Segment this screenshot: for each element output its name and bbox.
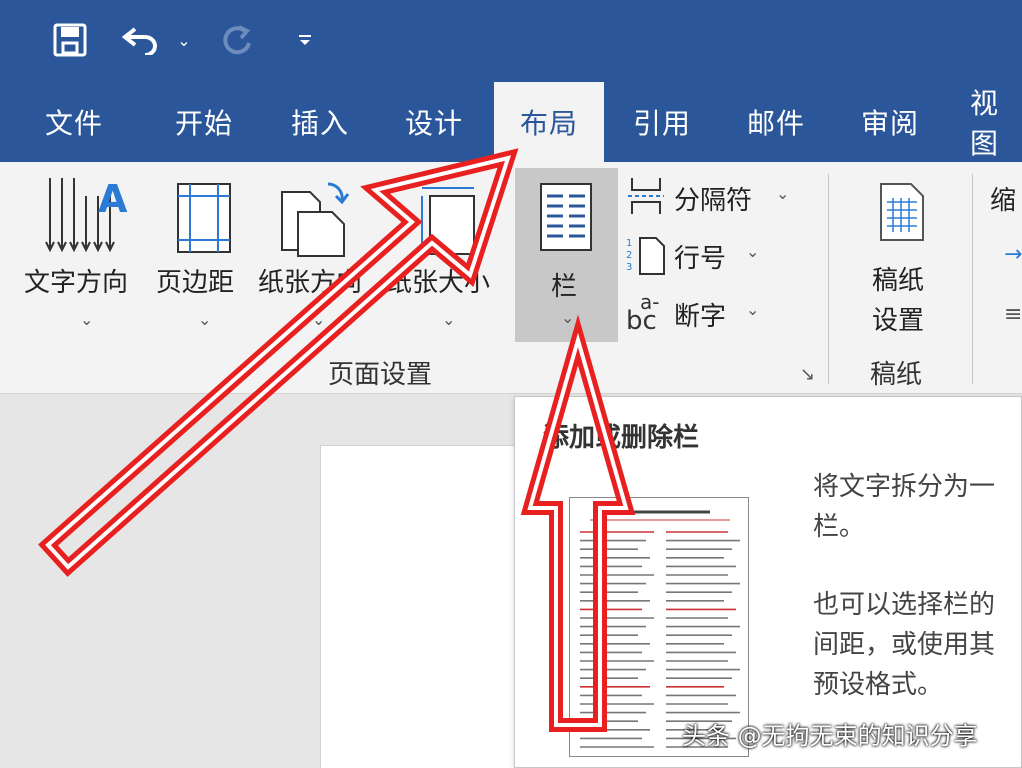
text-direction-label: 文字方向 bbox=[24, 268, 129, 298]
svg-text:2: 2 bbox=[626, 250, 632, 261]
orientation-label: 纸张方向 bbox=[258, 268, 363, 298]
page-setup-group-label: 页面设置 bbox=[328, 360, 433, 390]
indent-right-icon[interactable]: ≡ bbox=[1004, 302, 1022, 327]
chevron-down-icon: ⌄ bbox=[746, 300, 760, 319]
orientation-button[interactable]: 纸张方向 ⌄ bbox=[258, 172, 374, 342]
manuscript-group-label: 稿纸 bbox=[870, 360, 923, 390]
columns-icon bbox=[540, 183, 592, 251]
tab-insert[interactable]: 插入 bbox=[268, 82, 372, 162]
manuscript-icon bbox=[880, 183, 924, 241]
group-separator bbox=[972, 174, 973, 384]
hyphenation-icon-bc: bc bbox=[626, 306, 657, 336]
line-numbers-label: 行号 bbox=[674, 244, 727, 274]
columns-button[interactable]: 栏 ⌄ bbox=[515, 168, 618, 342]
group-separator bbox=[828, 174, 829, 384]
margins-label: 页边距 bbox=[156, 268, 235, 298]
hyphenation-button[interactable]: a- bc 断字 ⌄ bbox=[626, 290, 766, 340]
text-direction-button[interactable]: A 文字方向 ⌄ bbox=[22, 172, 152, 342]
svg-text:A: A bbox=[98, 177, 128, 221]
save-icon[interactable] bbox=[48, 18, 92, 62]
tab-review[interactable]: 审阅 bbox=[838, 82, 942, 162]
manuscript-settings-label-1: 稿纸 bbox=[872, 266, 925, 296]
svg-text:1: 1 bbox=[626, 238, 632, 249]
chevron-down-icon: ⌄ bbox=[198, 310, 212, 329]
dialog-launcher-icon[interactable]: ↘ bbox=[800, 364, 815, 385]
tooltip-line-5: 预设格式。 bbox=[813, 670, 944, 700]
indent-label: 缩 bbox=[990, 186, 1017, 216]
undo-dropdown-icon[interactable]: ⌄ bbox=[172, 18, 196, 62]
tab-mailings[interactable]: 邮件 bbox=[724, 82, 828, 162]
customize-quick-access-icon[interactable] bbox=[292, 18, 318, 62]
text-direction-icon: A bbox=[45, 177, 128, 253]
line-numbers-icon: 1 2 3 bbox=[626, 237, 665, 275]
tooltip-line-3: 也可以选择栏的 bbox=[813, 590, 996, 620]
hyphenation-label: 断字 bbox=[674, 302, 727, 332]
columns-tooltip: 添加或删除栏 将文字拆分为一 栏。 也可以选择栏的 间距，或使用其 预设格式。 bbox=[514, 396, 1022, 768]
manuscript-settings-button[interactable]: 稿纸 设置 bbox=[846, 182, 958, 342]
tab-file[interactable]: 文件 bbox=[22, 82, 126, 162]
line-numbers-button[interactable]: 1 2 3 行号 ⌄ bbox=[626, 234, 766, 278]
chevron-down-icon: ⌄ bbox=[776, 184, 790, 203]
ribbon-layout: A 文字方向 ⌄ 页边距 ⌄ 纸张方向 ⌄ 纸张大小 ⌄ 栏 ⌄ 分隔符 ⌄ 1… bbox=[0, 162, 1022, 394]
breaks-icon bbox=[628, 178, 664, 214]
tab-view[interactable]: 视图 bbox=[952, 82, 1022, 162]
chevron-down-icon: ⌄ bbox=[80, 310, 94, 329]
size-icon bbox=[421, 187, 475, 255]
tooltip-line-1: 将文字拆分为一 bbox=[813, 472, 996, 502]
indent-left-icon[interactable]: → bbox=[1004, 242, 1022, 267]
breaks-button[interactable]: 分隔符 ⌄ bbox=[626, 176, 796, 220]
undo-icon[interactable] bbox=[118, 18, 164, 62]
tooltip-line-2: 栏。 bbox=[813, 512, 866, 542]
tooltip-title: 添加或删除栏 bbox=[543, 423, 700, 453]
svg-text:3: 3 bbox=[626, 262, 632, 273]
columns-label: 栏 bbox=[551, 272, 578, 302]
chevron-down-icon: ⌄ bbox=[442, 310, 456, 329]
margins-button[interactable]: 页边距 ⌄ bbox=[156, 172, 252, 342]
breaks-label: 分隔符 bbox=[674, 186, 753, 216]
chevron-down-icon: ⌄ bbox=[561, 308, 575, 327]
margins-icon bbox=[177, 183, 231, 253]
size-label: 纸张大小 bbox=[386, 268, 491, 298]
tab-home[interactable]: 开始 bbox=[152, 82, 256, 162]
tooltip-line-4: 间距，或使用其 bbox=[813, 630, 996, 660]
orientation-icon bbox=[281, 182, 350, 257]
tab-layout[interactable]: 布局 bbox=[494, 82, 604, 162]
redo-icon bbox=[216, 18, 260, 62]
manuscript-settings-label-2: 设置 bbox=[872, 306, 925, 336]
size-button[interactable]: 纸张大小 ⌄ bbox=[384, 172, 510, 342]
tab-design[interactable]: 设计 bbox=[382, 82, 486, 162]
title-bar: ⌄ bbox=[0, 0, 1022, 82]
chevron-down-icon: ⌄ bbox=[746, 242, 760, 261]
chevron-down-icon: ⌄ bbox=[312, 310, 326, 329]
ribbon-tab-row: 文件 开始 插入 设计 布局 引用 邮件 审阅 视图 bbox=[0, 82, 1022, 162]
tab-references[interactable]: 引用 bbox=[610, 82, 714, 162]
watermark: 头条 @无拘无束的知识分享 bbox=[682, 722, 978, 750]
